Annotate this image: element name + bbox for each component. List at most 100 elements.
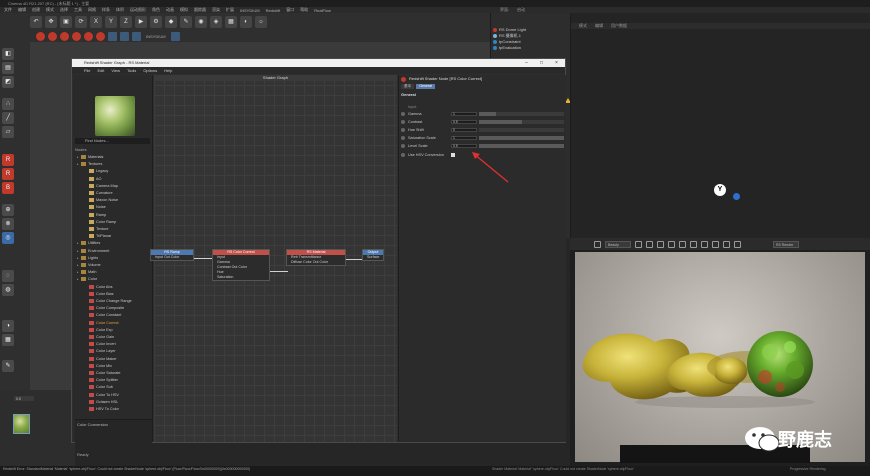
menu-item[interactable]: RealFlow — [314, 8, 331, 13]
shader-menu-item[interactable]: Help — [164, 68, 172, 73]
shader-menu-item[interactable]: Edit — [97, 68, 104, 73]
node-tree-item[interactable]: Color Constant — [85, 312, 121, 318]
lock-icon[interactable] — [635, 240, 642, 248]
rotate-tool-icon[interactable]: ⟳ — [75, 15, 87, 28]
tp-settings-icon[interactable] — [170, 31, 180, 41]
workplane-icon[interactable]: ◩ — [2, 76, 14, 88]
light-icon[interactable]: ☼ — [255, 15, 267, 28]
close-icon[interactable]: × — [555, 59, 558, 67]
node-tree-item[interactable]: Maxon Noise — [85, 197, 118, 203]
zoom-icon[interactable] — [679, 240, 686, 248]
redshift-material-icon[interactable] — [60, 31, 69, 41]
param-dot-icon[interactable] — [401, 128, 405, 132]
node-port[interactable]: Surface — [363, 255, 383, 260]
redshift-light-icon[interactable] — [48, 31, 57, 41]
param-dot-icon[interactable] — [401, 153, 405, 157]
tp-emitter-icon[interactable] — [120, 31, 129, 41]
redshift-render-icon[interactable]: R — [2, 154, 14, 166]
grid-icon[interactable]: ▦ — [2, 334, 14, 346]
soft-selection-icon[interactable]: ◎ — [2, 232, 14, 244]
render-mode-dropdown[interactable]: RS Render — [773, 240, 799, 248]
param-slider[interactable] — [479, 136, 564, 140]
shader-graph-canvas[interactable]: Shader Graph RS Ramp Input Out Color RS … — [150, 75, 397, 442]
node-tree-item[interactable]: Noise — [85, 204, 106, 210]
material-field[interactable]: 0.0 — [14, 396, 34, 401]
node-port[interactable]: Saturation — [213, 275, 269, 280]
param-value-field[interactable]: 0 — [451, 128, 477, 132]
bucket-icon[interactable] — [657, 240, 664, 248]
render-settings-icon[interactable]: ⚙ — [150, 15, 162, 28]
tp-group-icon[interactable] — [132, 31, 141, 41]
menu-item[interactable]: Redshift — [266, 8, 281, 13]
tab-basic[interactable]: 基本 — [401, 83, 415, 89]
node-tree-item[interactable]: Color Ramp — [85, 219, 116, 225]
node-tree-item[interactable]: Color Maker — [85, 356, 117, 362]
node-tree-item[interactable]: Color Exp — [85, 327, 113, 333]
z-axis-icon[interactable]: Z — [120, 15, 132, 28]
node-tree-item[interactable]: Camera Map — [85, 183, 118, 189]
paint-icon[interactable]: ◍ — [2, 284, 14, 296]
crop-icon[interactable] — [594, 240, 601, 248]
spline-icon[interactable]: ✎ — [180, 15, 192, 28]
node-tree-item[interactable]: ▸ Materials — [77, 154, 103, 160]
shader-menu-item[interactable]: Tools — [127, 68, 136, 73]
points-mode-icon[interactable]: ∴ — [2, 98, 14, 110]
sculpt-icon[interactable]: ◌ — [2, 270, 14, 282]
node-tree-item[interactable]: ▸ Environment — [77, 248, 109, 254]
node-tree-item[interactable]: Color Bias — [85, 291, 114, 297]
node-tree-item[interactable]: Gclawm HSL — [85, 399, 118, 405]
maximize-icon[interactable]: □ — [540, 59, 543, 67]
find-nodes-input[interactable]: Find Nodes... — [75, 138, 150, 144]
settings-icon[interactable] — [723, 240, 730, 248]
node-tree-item[interactable]: TriPlanar — [85, 233, 111, 239]
node-tree-item[interactable]: Color Invert — [85, 341, 116, 347]
node-tree-item[interactable]: Color Composite — [85, 305, 124, 311]
attr-edit-menu[interactable]: 编辑 — [595, 23, 603, 29]
render-view-icon[interactable]: ▶ — [135, 15, 147, 28]
expand-icon[interactable] — [734, 240, 741, 248]
redshift-camera-icon[interactable] — [72, 31, 81, 41]
node-rs-color-correct[interactable]: RS Color Correct Input Gamma Contrast Ou… — [212, 249, 270, 281]
undo-icon[interactable]: ↶ — [30, 15, 42, 28]
menu-item[interactable]: INSYDIUM — [240, 8, 260, 13]
node-tree-item[interactable]: Color Mix — [85, 363, 112, 369]
attr-userdata-menu[interactable]: 用户数据 — [611, 23, 627, 29]
param-slider[interactable] — [479, 144, 564, 148]
snapshot-icon[interactable] — [690, 240, 697, 248]
cube-icon[interactable]: ◆ — [165, 15, 177, 28]
node-tree-item[interactable]: Color Gain — [85, 334, 114, 340]
node-output[interactable]: Output Surface — [362, 249, 384, 261]
axis-icon[interactable]: ⊗ — [2, 218, 14, 230]
node-tree-item[interactable]: Color Correct — [85, 320, 119, 326]
tab-general[interactable]: General — [416, 83, 435, 89]
param-dot-icon[interactable] — [401, 112, 405, 116]
compare-icon[interactable] — [712, 240, 719, 248]
node-tree-item[interactable]: ▸ Volume — [77, 262, 101, 268]
node-tree-item[interactable]: ▸ Lights — [77, 255, 98, 261]
x-axis-icon[interactable]: X — [90, 15, 102, 28]
node-tree-item[interactable]: AO — [85, 176, 102, 182]
node-tree-item[interactable]: Color Sub — [85, 384, 113, 390]
brush-icon[interactable]: ✎ — [2, 360, 14, 372]
save-icon[interactable] — [701, 240, 708, 248]
node-tree-item[interactable]: Color Abs — [85, 284, 112, 290]
param-value-field[interactable]: 0.5 — [451, 120, 477, 124]
node-tree-item[interactable]: Color Splitter — [85, 377, 118, 383]
param-value-field[interactable]: 0.5 — [451, 144, 477, 148]
node-tree-item[interactable]: Legacy — [85, 168, 108, 174]
redshift-env-icon[interactable] — [96, 31, 105, 41]
param-value-field[interactable]: 1 — [451, 112, 477, 116]
param-dot-icon[interactable] — [401, 144, 405, 148]
tp-icon[interactable] — [108, 31, 117, 41]
scale-tool-icon[interactable]: ▣ — [60, 15, 72, 28]
param-slider[interactable] — [479, 112, 564, 116]
redshift-ipr-icon[interactable]: R — [2, 168, 14, 180]
camera-icon[interactable]: ◐ — [240, 15, 252, 28]
shader-menu-item[interactable]: View — [111, 68, 120, 73]
redshift-proxy-icon[interactable] — [84, 31, 93, 41]
node-tree-item[interactable]: HSV To Color — [85, 406, 119, 412]
param-slider[interactable] — [479, 128, 564, 132]
shader-menu-item[interactable]: File — [84, 68, 90, 73]
deformer-icon[interactable]: ◈ — [210, 15, 222, 28]
redshift-bake-icon[interactable]: B — [2, 182, 14, 194]
